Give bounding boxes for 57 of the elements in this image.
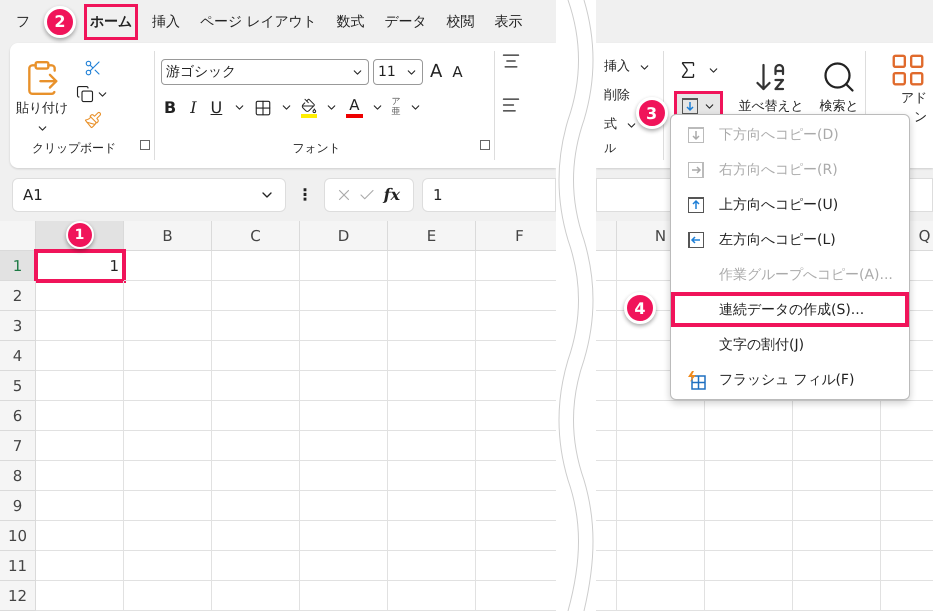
row-header[interactable]: 7 xyxy=(0,431,36,461)
row-header[interactable]: 6 xyxy=(0,401,36,431)
italic-button[interactable]: I xyxy=(187,98,200,116)
group-label: クリップボード xyxy=(32,140,116,158)
menu-item[interactable]: フラッシュ フィル(F) xyxy=(671,362,909,397)
sort-filter-button[interactable]: 並べ替えと xyxy=(738,99,804,116)
bold-button[interactable]: B xyxy=(161,98,180,116)
column-header[interactable]: C xyxy=(212,221,300,251)
row-header[interactable]: 1 xyxy=(0,251,36,281)
find-select-button[interactable]: 検索と xyxy=(820,99,859,116)
cells-menu-item[interactable]: 削除 xyxy=(604,88,630,106)
name-box[interactable]: A1 xyxy=(12,178,286,212)
phonetic-button[interactable]: ア 亜 xyxy=(392,98,401,118)
row-header[interactable]: 3 xyxy=(0,311,36,341)
group-label: フォント xyxy=(292,140,340,158)
paste-button[interactable]: 貼り付け xyxy=(16,101,68,118)
column-header[interactable]: F xyxy=(476,221,556,251)
row-header[interactable]: 2 xyxy=(0,281,36,311)
ribbon-tab[interactable]: 校閲 xyxy=(440,4,480,40)
ribbon-tab[interactable]: 数式 xyxy=(330,4,370,40)
font-name-select[interactable]: 游ゴシック xyxy=(161,59,369,86)
font-size-select[interactable]: 11 xyxy=(373,59,423,86)
grow-font-button[interactable]: A xyxy=(427,62,446,82)
ribbon-tab[interactable]: ページ レイアウト xyxy=(194,4,322,40)
row-header[interactable]: 9 xyxy=(0,491,36,521)
add-ins-label[interactable]: アド xyxy=(901,91,927,108)
column-header[interactable]: D xyxy=(300,221,388,251)
step-badge: 2 xyxy=(44,6,76,38)
insert-function-button[interactable]: fx xyxy=(380,186,403,204)
menu-item[interactable]: 連続データの作成(S)... xyxy=(671,292,909,327)
row-header[interactable]: 5 xyxy=(0,371,36,401)
row-header[interactable]: 4 xyxy=(0,341,36,371)
menu-item[interactable]: 文字の割付(J) xyxy=(671,327,909,362)
column-header[interactable]: E xyxy=(388,221,476,251)
column-header[interactable]: B xyxy=(124,221,212,251)
cells-menu-item[interactable]: 挿入 xyxy=(604,59,630,76)
add-ins-label[interactable]: ン xyxy=(914,110,927,128)
row-header[interactable]: 11 xyxy=(0,551,36,581)
more-icon[interactable]: ⋮ xyxy=(294,186,316,204)
row-header[interactable]: 10 xyxy=(0,521,36,551)
ribbon-tab[interactable]: 表示 xyxy=(488,4,528,40)
menu-item[interactable]: 上方向へコピー(U) xyxy=(671,187,909,222)
underline-button[interactable]: U xyxy=(208,98,226,116)
shrink-font-button[interactable]: A xyxy=(449,64,466,81)
ribbon-tab[interactable]: ホーム xyxy=(84,4,138,40)
row-header[interactable]: 8 xyxy=(0,461,36,491)
cells-menu-item[interactable]: 式 xyxy=(604,117,617,134)
group-label: ル xyxy=(604,140,616,158)
active-cell[interactable]: 1 xyxy=(36,251,124,281)
font-color-button[interactable]: A xyxy=(346,97,363,118)
ribbon-tab[interactable]: フ xyxy=(10,4,36,40)
ribbon-tab[interactable]: 挿入 xyxy=(146,4,186,40)
ribbon-tab[interactable]: データ xyxy=(378,4,432,40)
column-header[interactable]: 1 xyxy=(36,221,124,251)
formula-field[interactable]: 1 xyxy=(422,178,556,212)
step-badge: 1 xyxy=(66,221,94,249)
row-header[interactable]: 12 xyxy=(0,581,36,611)
